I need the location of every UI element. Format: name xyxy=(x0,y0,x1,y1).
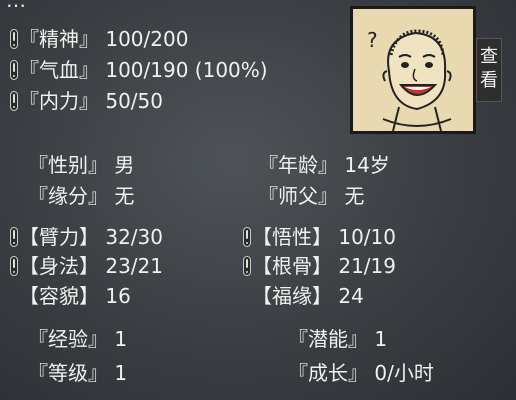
warning-icon[interactable] xyxy=(10,227,18,247)
vital-inner-power: 『内力』 50/50 xyxy=(10,88,163,114)
question-mark-icon: ? xyxy=(367,28,378,52)
warning-icon[interactable] xyxy=(243,227,251,247)
warning-icon[interactable] xyxy=(10,60,18,80)
insight-value: 10/10 xyxy=(338,225,396,249)
blood-value: 100/190 (100%) xyxy=(105,58,268,82)
master-row: 『师父』 无 xyxy=(258,184,365,208)
agility-row: 【身法】 23/21 xyxy=(10,253,163,279)
fate-row: 『缘分』 无 xyxy=(28,184,135,208)
age-row: 『年龄』 14岁 xyxy=(258,153,390,177)
vital-blood: 『气血』 100/190 (100%) xyxy=(10,57,268,83)
exp-value: 1 xyxy=(114,327,128,351)
insight-row: 【悟性】 10/10 xyxy=(243,224,396,250)
agility-value: 23/21 xyxy=(105,254,163,278)
gender-value: 男 xyxy=(114,153,135,177)
face-drawing-icon: ? xyxy=(367,28,452,131)
warning-icon[interactable] xyxy=(10,91,18,111)
age-value: 14岁 xyxy=(344,153,390,177)
looks-row: 【容貌】 16 xyxy=(19,284,131,308)
vital-spirit: 『精神』 100/200 xyxy=(10,26,188,52)
bones-row: 【根骨】 21/19 xyxy=(243,253,396,279)
exp-row: 『经验』 1 xyxy=(28,327,128,351)
character-portrait[interactable]: ? xyxy=(350,6,476,134)
warning-icon[interactable] xyxy=(10,29,18,49)
master-value: 无 xyxy=(344,184,365,208)
strength-row: 【臂力】 32/30 xyxy=(10,224,163,250)
view-button[interactable]: 查看 xyxy=(476,38,502,102)
luck-value: 24 xyxy=(338,284,364,308)
growth-value: 0/小时 xyxy=(374,361,434,385)
potential-row: 『潜能』 1 xyxy=(288,327,388,351)
level-row: 『等级』 1 xyxy=(28,361,128,385)
growth-row: 『成长』 0/小时 xyxy=(288,361,434,385)
warning-icon[interactable] xyxy=(10,256,18,276)
bones-value: 21/19 xyxy=(338,254,396,278)
spirit-value: 100/200 xyxy=(105,27,189,51)
level-value: 1 xyxy=(114,361,128,385)
inner-power-value: 50/50 xyxy=(105,89,163,113)
fate-value: 无 xyxy=(114,184,135,208)
potential-value: 1 xyxy=(374,327,388,351)
warning-icon[interactable] xyxy=(243,256,251,276)
gender-row: 『性别』 男 xyxy=(28,153,135,177)
clipped-top-text: … xyxy=(0,0,340,8)
looks-value: 16 xyxy=(105,284,131,308)
strength-value: 32/30 xyxy=(105,225,163,249)
luck-row: 【福缘】 24 xyxy=(252,284,364,308)
